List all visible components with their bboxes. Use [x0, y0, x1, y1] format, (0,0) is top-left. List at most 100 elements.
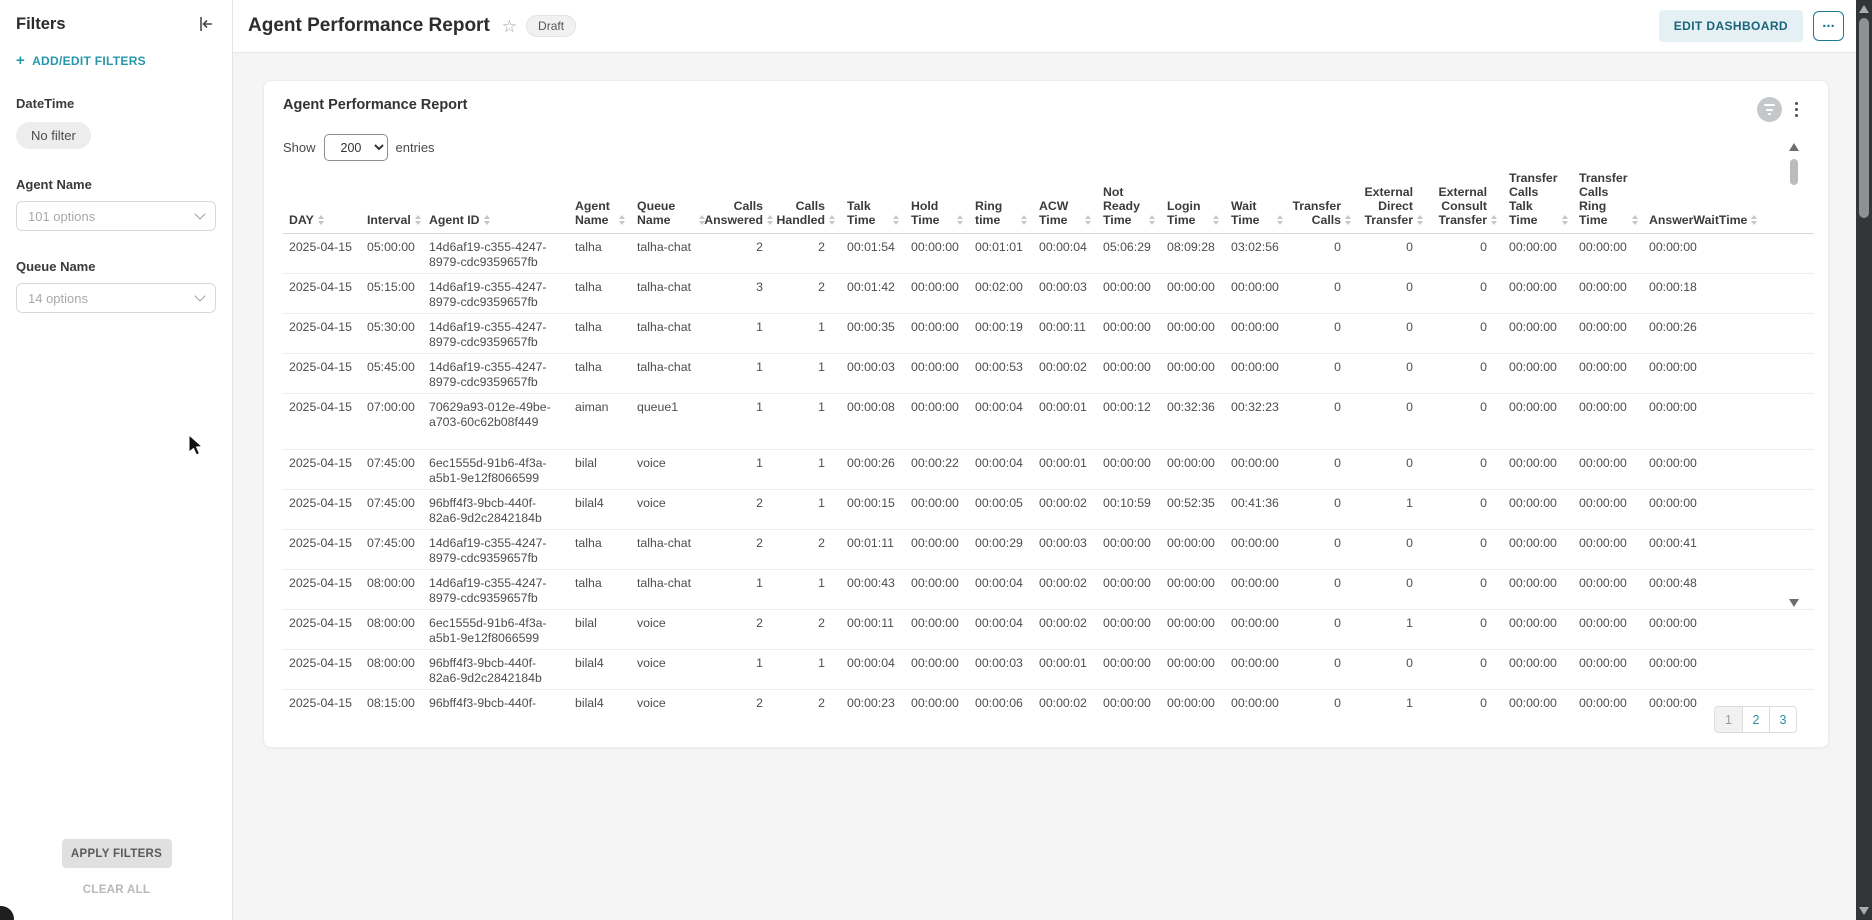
table-cell: 00:00:00: [905, 570, 969, 609]
table-cell: 00:00:00: [1573, 394, 1643, 449]
column-header-login-time[interactable]: Login Time: [1161, 199, 1225, 227]
column-label: Transfer Calls Ring Time: [1579, 171, 1628, 227]
column-header-hold-time[interactable]: Hold Time: [905, 199, 969, 227]
table-cell: 08:15:00: [361, 690, 423, 708]
scroll-up-icon[interactable]: [1789, 143, 1799, 151]
table-cell: 0: [1289, 530, 1357, 569]
sort-icon[interactable]: [1213, 215, 1219, 225]
column-header-talk-time[interactable]: Talk Time: [841, 199, 905, 227]
column-header-agent-id[interactable]: Agent ID: [423, 213, 569, 227]
table-row: 2025-04-1505:30:0014d6af19-c355-4247-897…: [283, 314, 1814, 354]
filter-icon[interactable]: [1757, 97, 1782, 122]
sort-icon[interactable]: [318, 215, 324, 225]
sort-icon[interactable]: [619, 215, 625, 225]
kebab-menu-icon[interactable]: [1793, 100, 1801, 120]
column-header-transfer-calls-talk-time[interactable]: Transfer Calls Talk Time: [1503, 171, 1573, 227]
table-cell: 00:00:35: [841, 314, 905, 353]
collapse-sidebar-icon[interactable]: [196, 14, 216, 34]
table-cell: 00:00:00: [1225, 314, 1289, 353]
column-header-answerwaittime[interactable]: AnswerWaitTime: [1643, 213, 1747, 227]
sort-icon[interactable]: [1277, 215, 1283, 225]
column-header-calls-handled[interactable]: Calls Handled: [779, 199, 841, 227]
more-options-button[interactable]: ...: [1813, 11, 1844, 41]
column-header-calls-answered[interactable]: Calls Answered: [711, 199, 779, 227]
sort-icon[interactable]: [1345, 215, 1351, 225]
table-cell: 00:00:18: [1643, 274, 1747, 313]
sort-icon[interactable]: [1417, 215, 1423, 225]
table-cell: 00:00:00: [1225, 530, 1289, 569]
column-header-external-consult-transfer[interactable]: External Consult Transfer: [1429, 185, 1503, 227]
add-edit-filters-button[interactable]: + ADD/EDIT FILTERS: [16, 54, 216, 68]
page-size-select[interactable]: 200: [324, 134, 388, 161]
column-header-day[interactable]: DAY: [283, 213, 361, 227]
sort-icon[interactable]: [484, 215, 490, 225]
scroll-down-icon[interactable]: [1789, 599, 1799, 607]
column-header-transfer-calls-ring-time[interactable]: Transfer Calls Ring Time: [1573, 171, 1643, 227]
table-cell: 14d6af19-c355-4247-8979-cdc9359657fb: [423, 314, 569, 353]
column-label: Login Time: [1167, 199, 1209, 227]
scrollbar-up-icon[interactable]: [1859, 5, 1869, 13]
report-title: Agent Performance Report: [283, 97, 468, 113]
column-header-wait-time[interactable]: Wait Time: [1225, 199, 1289, 227]
edit-dashboard-button[interactable]: EDIT DASHBOARD: [1659, 10, 1803, 42]
table-cell: 03:02:56: [1225, 234, 1289, 273]
page-scrollbar-thumb[interactable]: [1859, 18, 1869, 218]
sort-icon[interactable]: [957, 215, 963, 225]
column-header-interval[interactable]: Interval: [361, 213, 423, 227]
table-cell: 00:00:00: [905, 394, 969, 449]
page-scrollbar[interactable]: [1856, 0, 1872, 920]
column-header-transfer-calls[interactable]: Transfer Calls: [1289, 199, 1357, 227]
table-cell: 00:00:00: [1503, 490, 1573, 529]
table-cell: 14d6af19-c355-4247-8979-cdc9359657fb: [423, 354, 569, 393]
queue-name-filter-label: Queue Name: [16, 259, 216, 274]
table-scrollbar[interactable]: [1786, 141, 1802, 609]
table-cell: 00:00:00: [1503, 450, 1573, 489]
table-cell: bilal4: [569, 690, 631, 708]
agent-name-select[interactable]: 101 options: [16, 201, 216, 231]
table-row: 2025-04-1508:00:0096bff4f3-9bcb-440f-82a…: [283, 650, 1814, 690]
column-header-not-ready-time[interactable]: Not Ready Time: [1097, 185, 1161, 227]
clear-all-button[interactable]: CLEAR ALL: [0, 884, 233, 896]
column-header-queue-name[interactable]: Queue Name: [631, 199, 711, 227]
table-cell: 00:00:00: [905, 650, 969, 689]
pagination-page-2[interactable]: 2: [1742, 707, 1769, 732]
favorite-star-icon[interactable]: ☆: [502, 18, 517, 35]
table-cell: 0: [1429, 530, 1503, 569]
column-header-agent-name[interactable]: Agent Name: [569, 199, 631, 227]
sort-icon[interactable]: [1085, 215, 1091, 225]
table-cell: 6ec1555d-91b6-4f3a-a5b1-9e12f8066599: [423, 610, 569, 649]
queue-name-select[interactable]: 14 options: [16, 283, 216, 313]
scrollbar-down-icon[interactable]: [1859, 907, 1869, 915]
pagination-page-3[interactable]: 3: [1769, 707, 1796, 732]
table-cell: talha-chat: [631, 314, 711, 353]
table-scrollbar-thumb[interactable]: [1790, 159, 1798, 185]
table-cell: 00:00:00: [1573, 530, 1643, 569]
sort-icon[interactable]: [1751, 215, 1757, 225]
sort-icon[interactable]: [1632, 215, 1638, 225]
sort-icon[interactable]: [893, 215, 899, 225]
sort-icon[interactable]: [767, 215, 773, 225]
apply-filters-button[interactable]: APPLY FILTERS: [62, 839, 172, 868]
sort-icon[interactable]: [1021, 215, 1027, 225]
column-header-acw-time[interactable]: ACW Time: [1033, 199, 1097, 227]
table-row: 2025-04-1507:45:0014d6af19-c355-4247-897…: [283, 530, 1814, 570]
table-cell: 00:00:04: [969, 570, 1033, 609]
content-area: Agent Performance Report Show 200 entrie…: [233, 53, 1872, 920]
table-cell: 00:00:00: [1225, 354, 1289, 393]
datetime-filter-chip[interactable]: No filter: [16, 122, 91, 149]
column-header-external-direct-transfer[interactable]: External Direct Transfer: [1357, 185, 1429, 227]
pagination-page-1[interactable]: 1: [1715, 707, 1742, 732]
column-label: Not Ready Time: [1103, 185, 1145, 227]
show-label: Show: [283, 140, 316, 155]
sort-icon[interactable]: [1149, 215, 1155, 225]
table-cell: 0: [1429, 234, 1503, 273]
sort-icon[interactable]: [829, 215, 835, 225]
table-cell: 00:00:00: [1573, 610, 1643, 649]
table-cell: 1: [779, 490, 841, 529]
sort-icon[interactable]: [1562, 215, 1568, 225]
table-cell: 00:00:00: [1503, 690, 1573, 708]
sort-icon[interactable]: [415, 215, 421, 225]
column-header-ring-time[interactable]: Ring time: [969, 199, 1033, 227]
table-cell: 0: [1357, 354, 1429, 393]
sort-icon[interactable]: [1491, 215, 1497, 225]
